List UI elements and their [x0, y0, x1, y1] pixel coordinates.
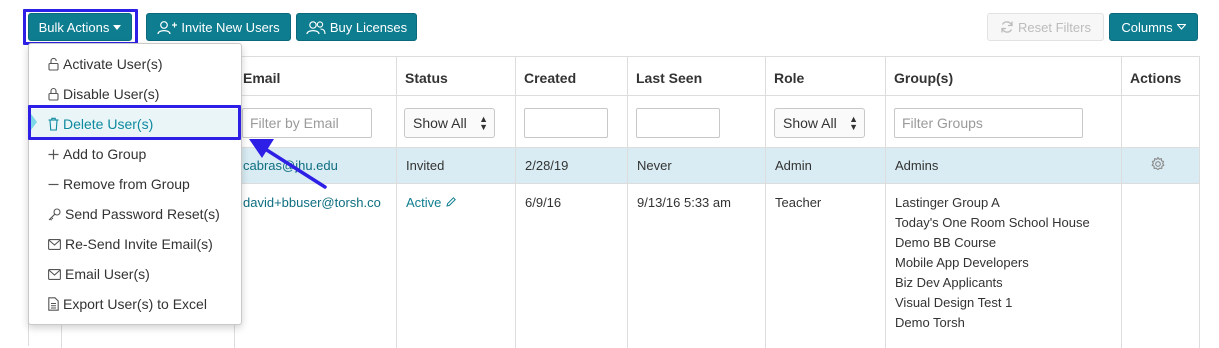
annotation-arrow-icon: [249, 139, 327, 189]
